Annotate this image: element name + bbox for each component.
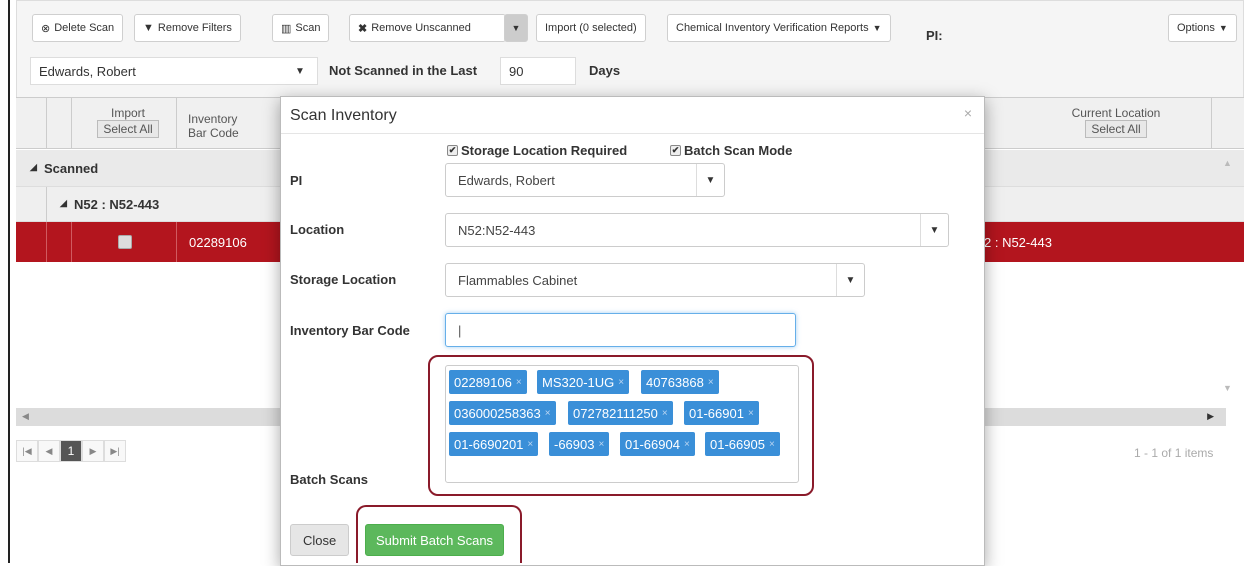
import-label: Import (0 selected) [545,22,637,34]
storage-location-dropdown[interactable]: Flammables Cabinet ▼ [445,263,865,297]
options-dropdown[interactable]: Options ▼ [1168,14,1237,42]
pi-select-value: Edwards, Robert [39,63,136,79]
collapse-icon[interactable]: ◢ [30,162,37,173]
import-header-label: Import [110,106,145,120]
scroll-down-icon[interactable]: ▼ [1223,383,1232,393]
pager-info: 1 - 1 of 1 items [1134,446,1214,460]
chevron-down-icon: ▼ [295,66,305,77]
pi-filter-label: PI: [926,28,943,43]
barcode-icon: ▥ [281,22,292,35]
storage-location-value: Flammables Cabinet [458,272,578,288]
remove-unscanned-label: Remove Unscanned [371,22,471,34]
chevron-down-icon: ▼ [836,264,864,296]
last-page-icon[interactable]: ▶| [104,440,126,462]
batch-mode-checkbox[interactable]: ✔ Batch Scan Mode [670,143,792,158]
barcode-label: Inventory Bar Code [290,323,410,338]
scan-label: Scan [295,22,321,34]
options-label: Options [1177,22,1215,34]
remove-filters-label: Remove Filters [157,22,232,34]
row-barcode: 02289106 [189,235,247,250]
page-number-button[interactable]: 1 [60,440,82,462]
col-divider [71,222,72,262]
col-divider [46,222,47,262]
scan-button[interactable]: ▥ Scan [272,14,330,42]
pager: |◀ ◀ 1 ▶ ▶| [16,440,126,462]
barcode-header-line1: Inventory [188,112,238,126]
col-divider [176,98,177,150]
import-column-header: Import Select All [88,106,168,138]
reports-dropdown[interactable]: Chemical Inventory Verification Reports … [667,14,891,42]
col-divider [46,98,47,150]
pi-select[interactable]: Edwards, Robert [30,57,318,85]
remove-unscanned-button[interactable]: ✖ Remove Unscanned [349,14,506,42]
barcode-column-header[interactable]: Inventory Bar Code [188,112,248,140]
delete-scan-button[interactable]: ⊗ Delete Scan [32,14,124,42]
location-label: Location [290,222,345,237]
storage-required-checkbox[interactable]: ✔ Storage Location Required [447,143,627,158]
barcode-input[interactable]: | [445,313,796,347]
chevron-down-icon: ▼ [511,23,521,33]
remove-unscanned-dropdown[interactable]: ▼ [504,14,528,42]
filter-icon: ▼ [143,22,154,34]
batch-mode-label: Batch Scan Mode [684,143,793,158]
modal-title: Scan Inventory [290,107,397,124]
close-button-label: Close [303,532,337,548]
group-label-location: N52 : N52-443 [74,197,160,212]
storage-location-label: Storage Location [290,272,397,287]
prev-page-icon[interactable]: ◀ [38,440,60,462]
scroll-up-icon[interactable]: ▲ [1223,158,1232,168]
close-icon: ✖ [358,22,368,35]
window-edge [8,0,10,563]
col-divider [1211,98,1212,150]
collapse-icon[interactable]: ◢ [60,198,67,209]
days-input[interactable]: 90 [500,57,576,85]
caret-down-icon: ▼ [1218,23,1228,33]
pi-dropdown[interactable]: Edwards, Robert ▼ [445,163,725,197]
location-header-label: Current Location [1071,106,1161,120]
check-icon: ✔ [670,145,681,156]
chevron-down-icon: ▼ [696,164,724,196]
col-divider [71,98,72,150]
delete-scan-label: Delete Scan [54,22,115,34]
caret-down-icon: ▼ [872,23,882,33]
import-checkbox[interactable] [118,235,132,249]
batch-scans-label: Batch Scans [290,472,369,487]
row-location: 2 : N52-443 [984,235,1052,250]
remove-filters-button[interactable]: ▼ Remove Filters [134,14,241,42]
barcode-header-line2: Bar Code [188,126,239,140]
pi-label: PI [290,173,303,188]
location-dropdown[interactable]: N52:N52-443 ▼ [445,213,949,247]
col-divider [176,222,177,262]
next-page-icon[interactable]: ▶ [82,440,104,462]
col-divider [46,187,47,222]
group-label-scanned: Scanned [44,161,99,176]
chevron-down-icon: ▼ [920,214,948,246]
location-select-all-button[interactable]: Select All [1085,120,1147,138]
storage-required-label: Storage Location Required [461,143,628,158]
days-value: 90 [509,63,524,79]
import-button[interactable]: Import (0 selected) [536,14,646,42]
submit-button-highlight [356,505,522,563]
divider [281,133,984,134]
barcode-cursor: | [458,322,462,338]
location-column-header: Current Location Select All [1046,106,1186,138]
close-button[interactable]: Close [290,524,350,556]
not-scanned-label: Not Scanned in the Last [329,63,478,78]
pi-value: Edwards, Robert [458,172,555,188]
scroll-right-icon[interactable]: ▶ [1207,411,1214,422]
reports-label: Chemical Inventory Verification Reports [676,22,869,34]
close-icon[interactable]: × [964,105,972,121]
circle-x-icon: ⊗ [41,22,51,35]
import-select-all-button[interactable]: Select All [97,120,159,138]
location-value: N52:N52-443 [458,222,536,238]
batch-scans-highlight [428,355,814,496]
days-label: Days [589,63,621,78]
first-page-icon[interactable]: |◀ [16,440,38,462]
scroll-left-icon[interactable]: ◀ [22,411,29,422]
check-icon: ✔ [447,145,458,156]
